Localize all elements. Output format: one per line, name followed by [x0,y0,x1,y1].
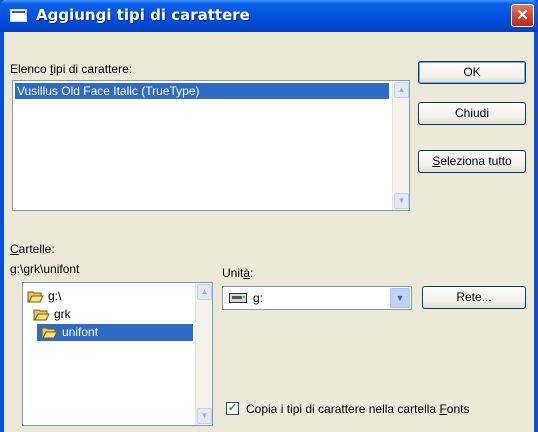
font-list-label: Elenco tipi di carattere: [10,62,133,76]
list-item[interactable]: Vusillus Old Face Italic (TrueType) [15,83,389,99]
tree-item[interactable]: grk [33,306,71,323]
scroll-down-icon[interactable]: ▼ [394,193,409,209]
current-path: g:\grk\unifont [10,262,80,276]
folder-tree-scrollbar[interactable]: ▲ ▼ [195,283,212,425]
window-icon [10,9,27,22]
font-list-scrollbar[interactable]: ▲ ▼ [392,81,409,210]
window-title: Aggiungi tipi di carattere [36,6,250,24]
font-list[interactable]: Vusillus Old Face Italic (TrueType) ▲ ▼ [12,80,410,211]
close-icon[interactable]: ✕ [511,4,534,27]
copy-fonts-checkbox[interactable]: ✓ [226,402,239,415]
drive-value: g: [253,291,264,305]
folders-label: Cartelle: [10,242,55,256]
ok-button[interactable]: OK [418,61,526,84]
folder-tree[interactable]: g:\ grk unifont ▲ ▼ [22,282,213,426]
scroll-down-icon[interactable]: ▼ [197,408,212,424]
scroll-up-icon[interactable]: ▲ [394,82,409,98]
drive-icon [229,293,247,303]
folder-open-icon [27,291,44,303]
folder-open-icon [33,309,50,321]
folder-open-icon [41,327,58,339]
close-button[interactable]: Chiudi [418,102,526,125]
network-button[interactable]: Rete... [422,286,526,309]
chevron-down-icon[interactable]: ▼ [390,288,410,308]
tree-item[interactable]: g:\ [27,288,61,305]
tree-item-selected[interactable]: unifont [37,324,193,341]
add-fonts-dialog: Aggiungi tipi di carattere ✕ Elenco tipi… [0,0,538,432]
scroll-up-icon[interactable]: ▲ [197,284,212,300]
drive-select[interactable]: g: ▼ [222,286,412,310]
select-all-button[interactable]: Seleziona tutto [418,150,526,173]
copy-fonts-label: Copia i tipi di carattere nella cartella… [246,402,470,416]
drive-label: Unità: [222,266,254,280]
title-bar[interactable]: Aggiungi tipi di carattere ✕ [0,0,538,32]
